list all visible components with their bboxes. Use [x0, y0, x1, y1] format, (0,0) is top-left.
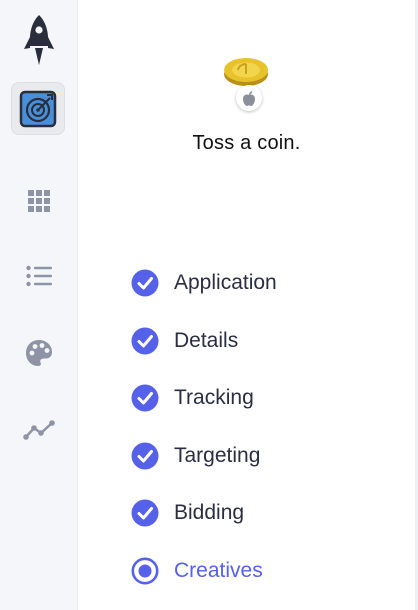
step-label: Creatives [174, 559, 263, 582]
target-nav-item[interactable] [11, 82, 65, 135]
platform-badge [236, 85, 262, 111]
step-label: Tracking [174, 386, 254, 409]
step-targeting[interactable]: Targeting [131, 441, 260, 471]
analytics-icon[interactable] [0, 416, 78, 444]
coin-caption: Toss a coin. [192, 132, 301, 154]
sidebar [0, 0, 78, 610]
grid-icon[interactable] [0, 186, 78, 216]
step-application[interactable]: Application [131, 268, 277, 298]
check-circle-icon [131, 327, 159, 355]
check-circle-icon [131, 499, 159, 527]
step-creatives[interactable]: Creatives [131, 556, 263, 586]
check-circle-icon [131, 384, 159, 412]
step-label: Details [174, 329, 239, 352]
check-circle-icon [131, 269, 159, 297]
step-tracking[interactable]: Tracking [131, 383, 254, 413]
apple-icon [243, 90, 255, 106]
step-bidding[interactable]: Bidding [131, 498, 244, 528]
step-label: Application [174, 271, 277, 294]
rocket-icon[interactable] [0, 12, 78, 68]
list-icon[interactable] [0, 261, 78, 291]
step-details[interactable]: Details [131, 326, 238, 356]
check-circle-icon [131, 442, 159, 470]
step-label: Targeting [174, 444, 261, 467]
target-icon [19, 90, 57, 127]
current-step-icon [131, 557, 159, 585]
step-label: Bidding [174, 501, 245, 524]
coin-illustration [222, 54, 270, 114]
palette-icon[interactable] [0, 337, 78, 369]
